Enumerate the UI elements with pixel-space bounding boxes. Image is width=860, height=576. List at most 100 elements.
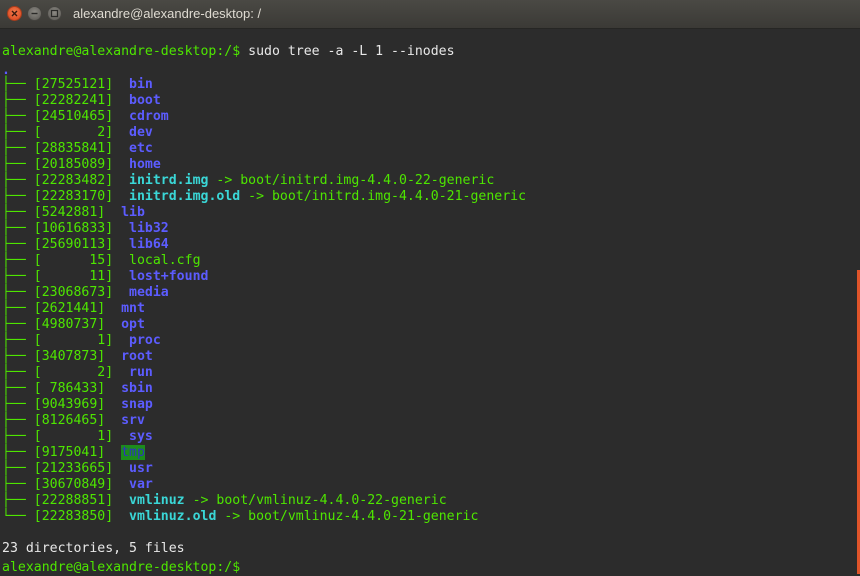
final-prompt-line: alexandre@alexandre-desktop:/$: [2, 557, 248, 575]
tree-entry: ├── [ 15] local.cfg: [2, 253, 201, 269]
inode-number: [22283482]: [33, 173, 130, 188]
tree-branch: ├──: [2, 77, 34, 92]
directory-name: proc: [129, 333, 161, 348]
directory-name: var: [129, 477, 153, 492]
title-bar[interactable]: alexandre@alexandre-desktop: /: [0, 0, 860, 29]
tree-branch: ├──: [2, 477, 34, 492]
command-line: alexandre@alexandre-desktop:/$ sudo tree…: [2, 44, 455, 60]
inode-number: [ 15]: [33, 253, 130, 268]
tree-branch: ├──: [2, 253, 34, 268]
tree-branch: ├──: [2, 365, 34, 380]
inode-number: [ 2]: [33, 365, 130, 380]
inode-number: [24510465]: [33, 109, 130, 124]
tree-branch: ├──: [2, 157, 34, 172]
tree-branch: ├──: [2, 493, 34, 508]
directory-name: sbin: [121, 381, 153, 396]
tree-branch: ├──: [2, 349, 34, 364]
directory-name: srv: [121, 413, 145, 428]
tree-entry: ├── [8126465] srv: [2, 413, 145, 429]
tree-branch: ├──: [2, 381, 34, 396]
final-prompt: alexandre@alexandre-desktop:/$: [2, 560, 241, 575]
shell-prompt: alexandre@alexandre-desktop:/$: [2, 44, 241, 59]
inode-number: [4980737]: [33, 317, 122, 332]
directory-name: home: [129, 157, 161, 172]
text-cursor: [240, 557, 248, 571]
symlink-name: vmlinuz.old: [129, 509, 217, 524]
tree-entry: ├── [ 2] dev: [2, 125, 153, 141]
inode-number: [22283850]: [33, 509, 130, 524]
directory-name: lib: [121, 205, 145, 220]
directory-name: lib32: [129, 221, 169, 236]
root-dot: .: [2, 63, 10, 78]
tree-entry: ├── [27525121] bin: [2, 77, 153, 93]
tree-entry: ├── [9043969] snap: [2, 397, 153, 413]
tree-branch: ├──: [2, 285, 34, 300]
directory-name: sys: [129, 429, 153, 444]
tree-branch: ├──: [2, 317, 34, 332]
tree-entry: ├── [ 2] run: [2, 365, 153, 381]
inode-number: [25690113]: [33, 237, 130, 252]
inode-number: [30670849]: [33, 477, 130, 492]
inode-number: [9175041]: [33, 445, 122, 460]
directory-name: mnt: [121, 301, 145, 316]
tree-branch: ├──: [2, 301, 34, 316]
inode-number: [8126465]: [33, 413, 122, 428]
maximize-icon[interactable]: [47, 6, 62, 21]
directory-name: bin: [129, 77, 153, 92]
directory-name: root: [121, 349, 153, 364]
directory-name: run: [129, 365, 153, 380]
sticky-directory-name: tmp: [121, 445, 145, 460]
tree-branch: ├──: [2, 237, 34, 252]
tree-branch: └──: [2, 509, 34, 524]
close-icon[interactable]: [7, 6, 22, 21]
symlink-target: -> boot/initrd.img-4.4.0-22-generic: [208, 173, 495, 188]
tree-entry: ├── [20185089] home: [2, 157, 161, 173]
tree-entry: └── [22283850] vmlinuz.old -> boot/vmlin…: [2, 509, 478, 525]
tree-branch: ├──: [2, 205, 34, 220]
inode-number: [22282241]: [33, 93, 130, 108]
directory-name: lost+found: [129, 269, 209, 284]
tree-entry: ├── [ 11] lost+found: [2, 269, 208, 285]
command-text: sudo tree -a -L 1 --inodes: [240, 44, 455, 59]
tree-entry: ├── [21233665] usr: [2, 461, 153, 477]
tree-entry: ├── [ 1] sys: [2, 429, 153, 445]
directory-name: boot: [129, 93, 161, 108]
inode-number: [ 786433]: [33, 381, 122, 396]
tree-entry: ├── [23068673] media: [2, 285, 169, 301]
inode-number: [22283170]: [33, 189, 130, 204]
symlink-target: -> boot/initrd.img-4.4.0-21-generic: [240, 189, 527, 204]
inode-number: [28835841]: [33, 141, 130, 156]
tree-entry: ├── [ 1] proc: [2, 333, 161, 349]
symlink-name: initrd.img: [129, 173, 209, 188]
symlink-name: initrd.img.old: [129, 189, 241, 204]
terminal-output[interactable]: alexandre@alexandre-desktop:/$ sudo tree…: [0, 29, 860, 575]
directory-name: usr: [129, 461, 153, 476]
minimize-icon[interactable]: [27, 6, 42, 21]
window-title: alexandre@alexandre-desktop: /: [73, 6, 262, 21]
directory-name: cdrom: [129, 109, 169, 124]
tree-entry: ├── [28835841] etc: [2, 141, 153, 157]
inode-number: [2621441]: [33, 301, 122, 316]
tree-branch: ├──: [2, 173, 34, 188]
symlink-target: -> boot/vmlinuz-4.4.0-22-generic: [184, 493, 447, 508]
tree-entry: ├── [22283482] initrd.img -> boot/initrd…: [2, 173, 494, 189]
tree-branch: ├──: [2, 93, 34, 108]
inode-number: [ 1]: [33, 429, 130, 444]
directory-name: opt: [121, 317, 145, 332]
inode-number: [ 11]: [33, 269, 130, 284]
terminal-window: alexandre@alexandre-desktop: / alexandre…: [0, 0, 860, 575]
tree-branch: ├──: [2, 397, 34, 412]
symlink-target: -> boot/vmlinuz-4.4.0-21-generic: [216, 509, 479, 524]
tree-entry: ├── [3407873] root: [2, 349, 153, 365]
tree-branch: ├──: [2, 221, 34, 236]
tree-entry: ├── [10616833] lib32: [2, 221, 169, 237]
tree-branch: ├──: [2, 109, 34, 124]
directory-name: etc: [129, 141, 153, 156]
tree-entry: ├── [2621441] mnt: [2, 301, 145, 317]
inode-number: [ 1]: [33, 333, 130, 348]
inode-number: [21233665]: [33, 461, 130, 476]
tree-branch: ├──: [2, 445, 34, 460]
directory-name: lib64: [129, 237, 169, 252]
summary-text: 23 directories, 5 files: [2, 541, 185, 556]
inode-number: [5242881]: [33, 205, 122, 220]
